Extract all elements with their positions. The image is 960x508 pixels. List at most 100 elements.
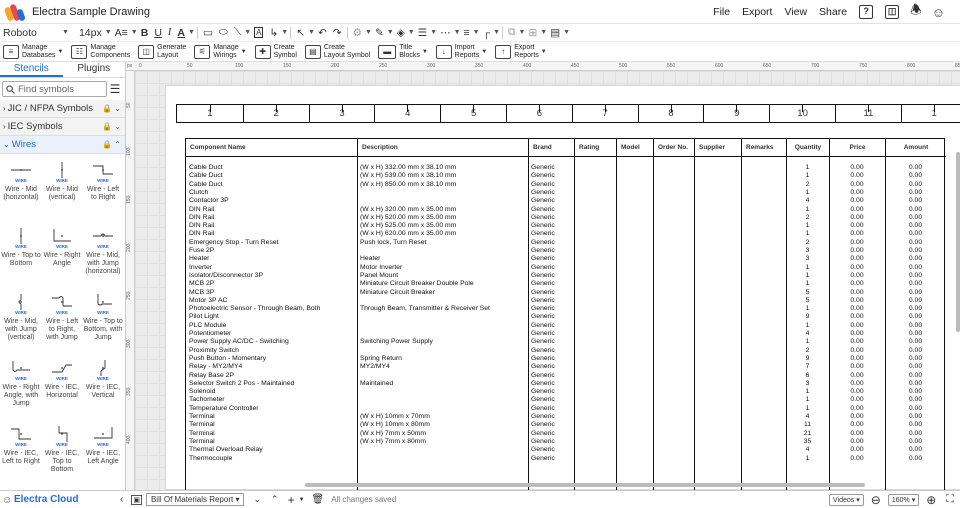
category-wires[interactable]: ⌄ Wires 🔒 ⌃ (0, 136, 125, 154)
zoom-out-icon[interactable]: ⊖ (871, 493, 881, 507)
stencil-item[interactable]: WIRE Wire - Right Angle (42, 224, 82, 290)
italic-button[interactable]: I (168, 27, 172, 38)
title-blocks-button[interactable]: ▬ Title Blocks ▼ (378, 44, 428, 59)
bom-cell: 1 (805, 404, 810, 412)
connector-icon[interactable]: ↳ (269, 27, 278, 39)
delete-page-icon[interactable]: 🗑 (312, 494, 325, 505)
stencil-label: Wire - Left to Right, with Jump (45, 318, 79, 341)
manage-components-button[interactable]: ☷ Manage Components (71, 44, 130, 59)
drawing-canvas[interactable]: 1 2 3 4 5 6 7 8 9 10 11 1 Component Name Description… (135, 71, 960, 490)
ruler-tick-label: 200 (126, 243, 132, 252)
arrange-icon[interactable]: ⧉ (508, 26, 516, 39)
bom-cell: 0.00 (850, 321, 864, 329)
rectangle-icon[interactable]: ▭ (203, 27, 213, 39)
bell-icon[interactable]: 🕭 (910, 1, 922, 23)
bom-cell: (W x H) 7mm x 50mm (360, 429, 427, 437)
redo-icon[interactable]: ↷ (333, 27, 342, 39)
stencil-item[interactable]: WIRE Wire - Left to Right (83, 158, 123, 224)
electra-cloud-brand[interactable]: ☺ Electra Cloud (2, 494, 120, 506)
horizontal-scrollbar[interactable] (305, 483, 865, 487)
stencil-item[interactable]: WIRE Wire - IEC, Left to Right (1, 422, 41, 488)
divider (290, 26, 292, 39)
distribute-icon[interactable]: ⊞ (528, 27, 537, 39)
videos-button[interactable]: Videos ▾ (829, 493, 864, 506)
text-box-icon[interactable]: A (254, 27, 264, 38)
create-symbol-button[interactable]: ✚ Create Symbol (254, 44, 297, 59)
font-color-button[interactable]: A (177, 27, 185, 39)
user-icon[interactable]: ☺ (932, 5, 945, 20)
chevron-down-icon[interactable]: ⌄ (253, 494, 261, 505)
page-select[interactable]: Bill Of Materials Report ▾ (145, 493, 245, 506)
add-page-icon[interactable]: + (288, 493, 295, 507)
stencil-item[interactable]: WIRE Wire - Top to Bottom (1, 224, 41, 290)
bom-cell: Generic (531, 263, 555, 271)
layout-icon[interactable]: ◫ (885, 5, 900, 19)
collapse-sidebar-icon[interactable]: ‹ (120, 494, 123, 505)
chevron-down-icon[interactable]: ▼ (299, 497, 305, 503)
search-input[interactable]: Find symbols (2, 81, 107, 97)
ruler-tick-label: 250 (379, 63, 388, 69)
category-jic-nfpa[interactable]: › JIC / NFPA Symbols 🔒 ⌄ (0, 100, 125, 118)
font-size-select[interactable]: 14px (79, 27, 102, 39)
export-reports-button[interactable]: ↑ Export Reports ▼ (495, 44, 547, 59)
stencil-item[interactable]: WIRE Wire - Mid (vertical) (42, 158, 82, 224)
stencil-item[interactable]: WIRE Wire - Left to Right, with Jump (42, 290, 82, 356)
zoom-select[interactable]: 160% ▾ (887, 493, 920, 506)
chevron-up-icon[interactable]: ⌃ (271, 494, 279, 505)
pages-icon[interactable]: ▣ (131, 494, 142, 505)
menu-view[interactable]: View (778, 6, 813, 18)
menu-share[interactable]: Share (813, 6, 853, 18)
stencil-item[interactable]: WIRE Wire - IEC, Left Angle (83, 422, 123, 488)
line-color-icon[interactable]: ✎ (375, 27, 384, 39)
wire-symbol-icon (52, 296, 72, 307)
line-weight-icon[interactable]: ☰ (418, 27, 427, 39)
tab-stencils[interactable]: Stencils (0, 62, 63, 77)
stencil-item[interactable]: WIRE Wire - Mid (horizontal) (1, 158, 41, 224)
ellipse-icon[interactable]: ⬭ (219, 26, 228, 39)
vertical-scrollbar[interactable] (956, 152, 960, 332)
stencil-item[interactable]: WIRE Wire - Mid, with Jump (horizontal) (83, 224, 123, 290)
stencil-label: Wire - Right Angle (43, 252, 81, 267)
bold-button[interactable]: B (141, 27, 149, 39)
menu-export[interactable]: Export (736, 6, 778, 18)
zoom-value: 160% (891, 496, 910, 504)
corner-icon[interactable]: ┌ (483, 27, 490, 39)
brand-label: Electra Cloud (14, 494, 79, 505)
underline-button[interactable]: U (154, 27, 162, 39)
import-reports-button[interactable]: ↓ Import Reports ▼ (435, 44, 487, 59)
fullscreen-icon[interactable]: ⛶ (946, 493, 954, 506)
divider (502, 26, 503, 39)
help-icon[interactable]: ? (859, 5, 874, 19)
tab-plugins[interactable]: Plugins (63, 62, 126, 77)
bom-cell: Generic (531, 446, 555, 454)
line-style-icon[interactable]: ⋯ (440, 27, 451, 39)
bom-header-cell: Description (357, 139, 528, 156)
line-icon[interactable]: ⟍ (234, 26, 241, 39)
line-ends-icon[interactable]: ≡ (464, 27, 470, 39)
align-icon[interactable]: ▤ (550, 27, 560, 39)
stencil-item[interactable]: WIRE Wire - Mid, with Jump (vertical) (1, 290, 41, 356)
manage-wirings-button[interactable]: ⚟ Manage Wirings ▼ (194, 44, 247, 59)
manage-databases-button[interactable]: ≡ Manage Databases ▼ (3, 44, 63, 59)
menu-file[interactable]: File (707, 6, 736, 18)
pointer-icon[interactable]: ↖ (296, 27, 305, 39)
text-size-button[interactable]: A≡ (115, 27, 128, 39)
undo-icon[interactable]: ↶ (318, 27, 327, 39)
fill-color-icon[interactable]: ◈ (397, 27, 405, 39)
create-layout-symbol-button[interactable]: ▤ Create Layout Symbol (304, 44, 370, 59)
stencil-item[interactable]: WIRE Wire - IEC, Vertical (83, 356, 123, 422)
export-icon: ↑ (495, 44, 512, 59)
font-select[interactable]: Roboto (3, 27, 59, 39)
stencil-item[interactable]: WIRE Wire - IEC, Top to Bottom (42, 422, 82, 488)
zoom-in-icon[interactable]: ⊕ (926, 493, 936, 507)
stencil-item[interactable]: WIRE Wire - Right Angle, with Jump (1, 356, 41, 422)
category-iec[interactable]: › IEC Symbols 🔒 ⌄ (0, 118, 125, 136)
format-paint-icon[interactable]: ⚙ (353, 27, 362, 39)
menu-icon[interactable]: ☰ (107, 82, 123, 96)
stencil-item[interactable]: WIRE Wire - Top to Bottom, with Jump (83, 290, 123, 356)
bom-cell: 0.00 (908, 388, 923, 396)
bom-cell: 0.00 (850, 338, 864, 346)
wire-symbol-icon (100, 360, 106, 376)
generate-layout-button[interactable]: ◫ Generate Layout (138, 44, 186, 59)
stencil-item[interactable]: WIRE Wire - IEC, Horizontal (42, 356, 82, 422)
